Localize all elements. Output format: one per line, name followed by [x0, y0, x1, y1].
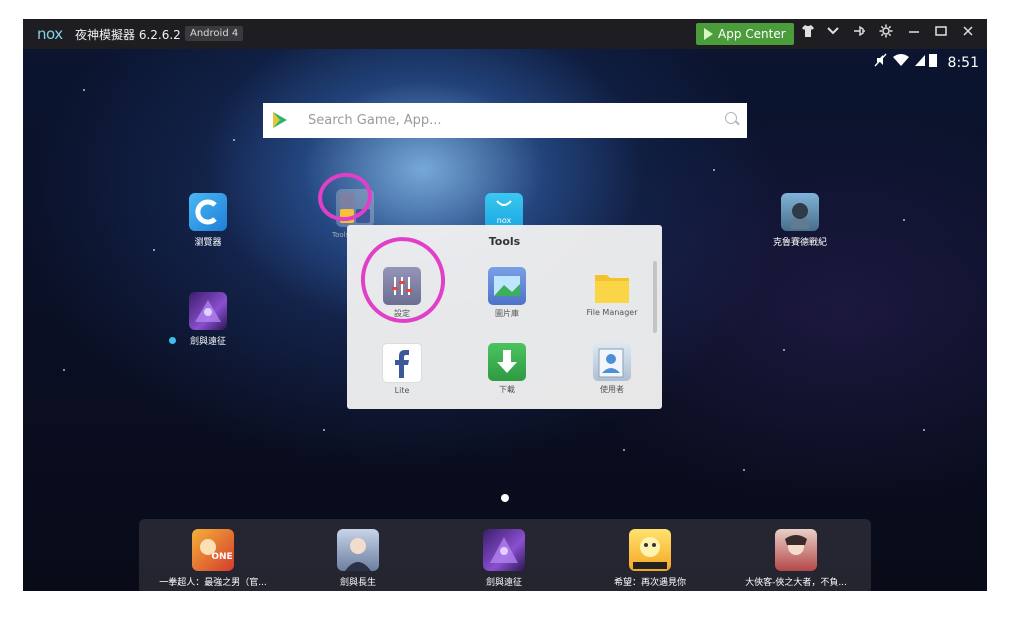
dock-app-great-hero[interactable]: 大俠客-俠之大者，不負... [731, 529, 861, 588]
folder-item-label: File Manager [586, 308, 638, 317]
status-time: 8:51 [947, 55, 979, 71]
folder-item-facebook-lite[interactable]: Lite [362, 343, 442, 395]
dock-app-afk-arena[interactable]: 劍與遠征 [439, 529, 569, 588]
folder-item-contacts[interactable]: 使用者 [572, 343, 652, 395]
dock-app-label: 希望：再次遇見你 [613, 578, 686, 588]
new-app-indicator [169, 337, 176, 344]
pin-icon[interactable] [850, 24, 868, 42]
download-icon [488, 343, 526, 381]
minimize-icon[interactable] [905, 24, 923, 42]
maximize-icon[interactable] [932, 24, 950, 42]
wifi-icon [893, 54, 910, 66]
desktop-app-crusaders[interactable]: 克魯賽德戰紀 [765, 193, 835, 248]
folder-item-file-manager[interactable]: File Manager [572, 267, 652, 317]
dock-app-label: 劍與長生 [339, 578, 376, 588]
dock-app-seal-mobile[interactable]: 希望：再次遇見你 [585, 529, 715, 588]
game-icon [775, 529, 817, 571]
svg-text:nox: nox [497, 216, 512, 225]
battery-icon [929, 54, 938, 67]
dock-app-label: 一拳超人：最強之男（官... [159, 578, 267, 588]
browser-icon [189, 193, 227, 231]
facebook-icon [382, 343, 422, 383]
folder-item-label: Lite [394, 386, 410, 395]
chevron-down-icon[interactable] [824, 24, 842, 42]
desktop-app-browser[interactable]: 瀏覽器 [173, 193, 243, 248]
dock-app-sword-immortal[interactable]: 劍與長生 [293, 529, 423, 588]
folder-icon [593, 267, 631, 305]
desktop-app-label: 克魯賽德戰紀 [772, 238, 827, 248]
android-home-screen[interactable]: 8:51 Search Game, App... 瀏覽器 Tools nox 克… [23, 49, 987, 591]
emulator-window: nox 夜神模擬器 6.2.6.2 Android 4 App Center 8… [23, 19, 987, 591]
gallery-icon [488, 267, 526, 305]
gear-icon[interactable] [877, 24, 895, 42]
dock: ONE 一拳超人：最強之男（官... 劍與長生 劍與遠征 希望：再次遇見你 大俠… [139, 519, 871, 591]
folder-item-gallery[interactable]: 圖片庫 [467, 267, 547, 319]
desktop-app-label: 劍與遠征 [189, 337, 226, 347]
desktop-app-label: 瀏覽器 [194, 238, 222, 248]
contacts-icon [593, 343, 631, 381]
folder-item-downloads[interactable]: 下載 [467, 343, 547, 395]
game-icon [483, 529, 525, 571]
app-center-label: App Center [718, 27, 786, 41]
folder-item-label: 下載 [499, 385, 515, 394]
dock-app-label: 大俠客-俠之大者，不負... [745, 578, 847, 588]
search-placeholder: Search Game, App... [308, 113, 442, 128]
mute-icon [874, 53, 887, 67]
signal-icon [914, 55, 925, 66]
seal-mobile-icon [629, 529, 671, 571]
game-icon [337, 529, 379, 571]
dock-app-label: 劍與遠征 [485, 578, 522, 588]
tools-folder-popup[interactable]: Tools 設定 圖片庫 File Manager Lite 下載 使用者 [347, 225, 662, 409]
search-bar[interactable]: Search Game, App... [263, 103, 747, 138]
game-icon [189, 292, 227, 330]
play-icon [704, 28, 713, 40]
nox-logo: nox [37, 25, 63, 43]
close-icon[interactable] [959, 24, 977, 42]
status-bar: 8:51 [874, 53, 979, 71]
app-title: 夜神模擬器 6.2.6.2 [75, 28, 181, 42]
folder-scrollbar[interactable] [653, 261, 657, 333]
page-indicator[interactable] [501, 494, 509, 502]
desktop-app-afk-arena[interactable]: 劍與遠征 [173, 292, 243, 347]
search-icon[interactable] [725, 112, 737, 124]
svg-text:ONE: ONE [211, 552, 232, 562]
app-center-button[interactable]: App Center [696, 23, 794, 45]
dock-app-onepunch[interactable]: ONE 一拳超人：最強之男（官... [148, 529, 278, 588]
title-bar[interactable]: nox 夜神模擬器 6.2.6.2 Android 4 App Center [23, 19, 987, 49]
folder-item-label: 圖片庫 [495, 309, 519, 318]
folder-item-label: 使用者 [600, 385, 624, 394]
shirt-icon[interactable] [799, 24, 817, 42]
onepunch-icon: ONE [192, 529, 234, 571]
game-icon [781, 193, 819, 231]
android-version-badge: Android 4 [185, 26, 244, 41]
